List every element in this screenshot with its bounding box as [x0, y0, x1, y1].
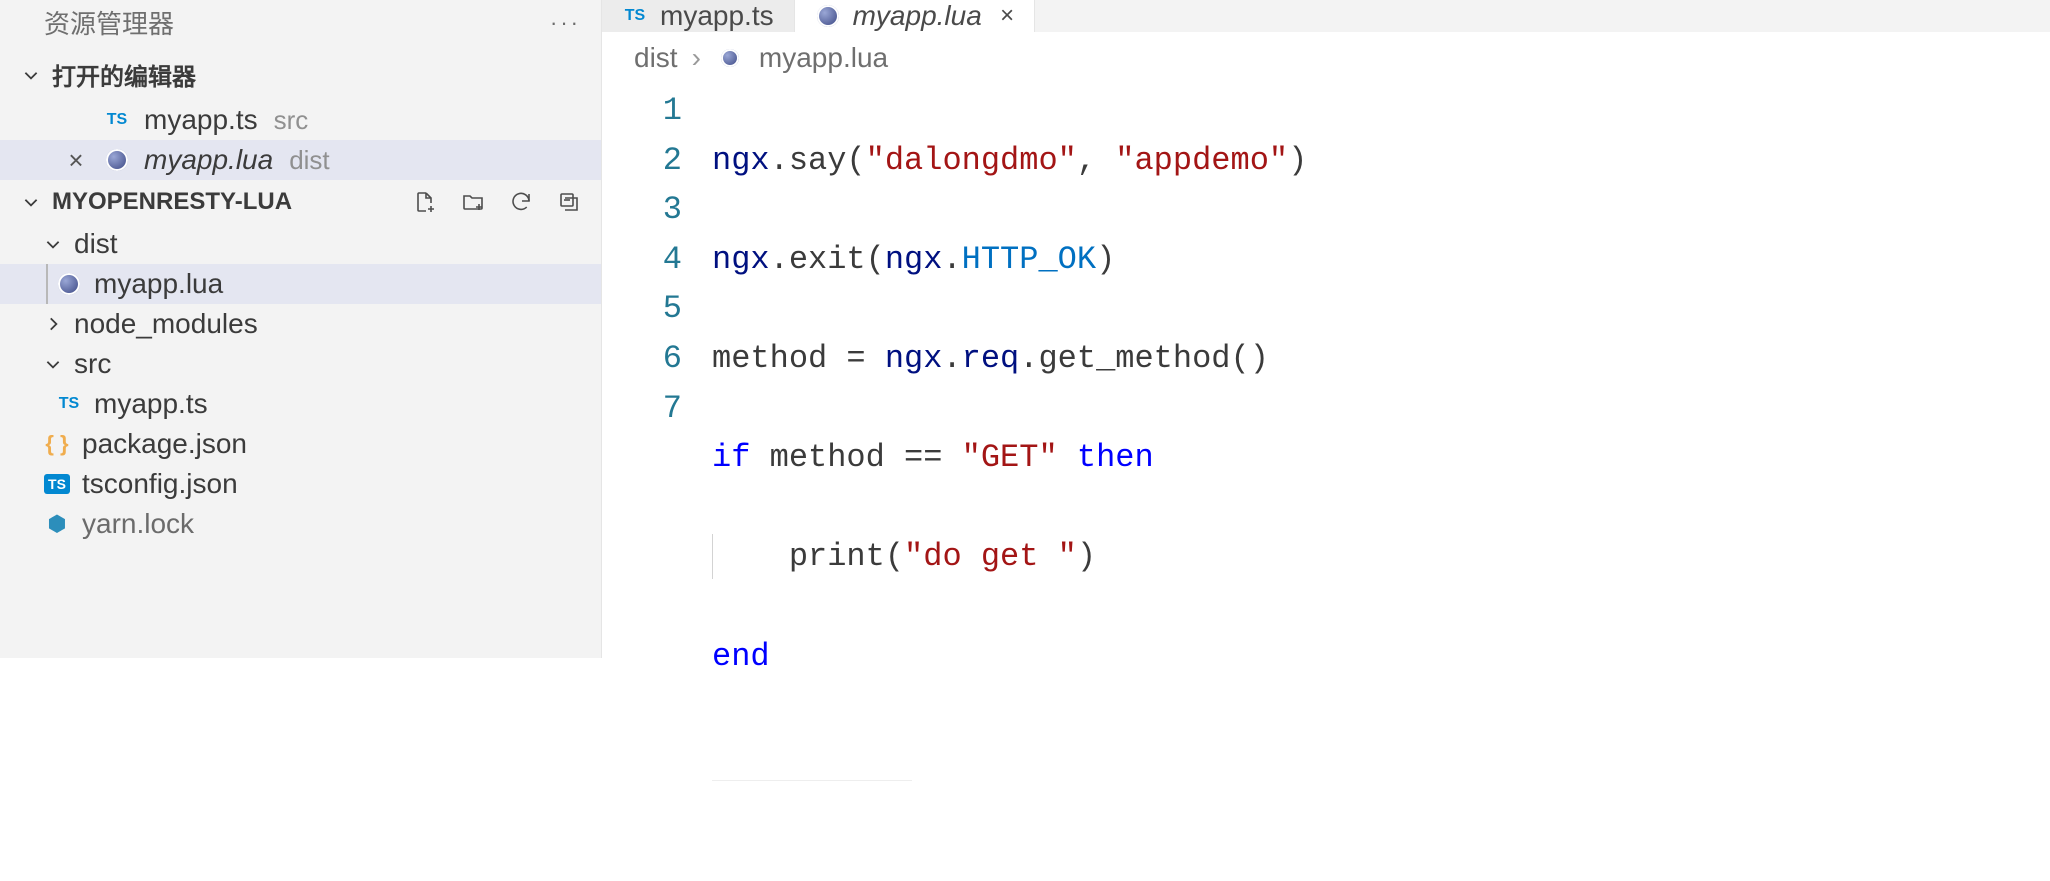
chevron-right-icon: [42, 313, 64, 335]
ts-file-icon: TS: [102, 105, 132, 135]
close-icon[interactable]: ×: [62, 145, 90, 176]
open-editor-path: dist: [289, 145, 329, 176]
tab-label: myapp.lua: [853, 0, 982, 32]
line-number: 5: [602, 284, 682, 334]
editor-area: TS myapp.ts myapp.lua × dist › myapp.lua…: [602, 0, 2050, 658]
folder-label: src: [74, 348, 111, 380]
code-line[interactable]: [712, 731, 2050, 782]
tsconfig-file-icon: TS: [42, 469, 72, 499]
editor-tabs: TS myapp.ts myapp.lua ×: [602, 0, 2050, 32]
folder-label: node_modules: [74, 308, 258, 340]
lua-file-icon: [54, 269, 84, 299]
code-line[interactable]: ngx.exit(ngx.HTTP_OK): [712, 235, 2050, 285]
open-editor-filename: myapp.lua: [144, 144, 273, 176]
explorer-header: 资源管理器 ···: [0, 0, 601, 51]
json-file-icon: { }: [42, 429, 72, 459]
new-file-icon[interactable]: [411, 188, 439, 216]
close-icon[interactable]: ×: [1000, 2, 1014, 30]
open-editor-item[interactable]: × myapp.lua dist: [0, 140, 601, 180]
folder-label: dist: [74, 228, 118, 260]
lua-file-icon: [813, 1, 843, 31]
file-label: yarn.lock: [82, 508, 194, 540]
breadcrumb-segment[interactable]: myapp.lua: [759, 42, 888, 74]
lua-file-icon: [715, 43, 745, 73]
tab-myapp-ts[interactable]: TS myapp.ts: [602, 0, 795, 32]
yarn-file-icon: ⬢: [42, 509, 72, 539]
file-row-tsconfig-json[interactable]: TS tsconfig.json: [0, 464, 601, 504]
file-label: myapp.lua: [94, 268, 223, 300]
open-editors-label: 打开的编辑器: [52, 57, 196, 92]
line-number: 4: [602, 235, 682, 285]
file-label: myapp.ts: [94, 388, 208, 420]
code-line[interactable]: method = ngx.req.get_method(): [712, 334, 2050, 384]
chevron-down-icon: [42, 233, 64, 255]
line-number: 1: [602, 86, 682, 136]
tab-myapp-lua[interactable]: myapp.lua ×: [795, 0, 1035, 32]
ts-file-icon: TS: [54, 389, 84, 419]
code-editor[interactable]: 1 2 3 4 5 6 7 ngx.say("dalongdmo", "appd…: [602, 86, 2050, 881]
file-label: tsconfig.json: [82, 468, 238, 500]
open-editor-item[interactable]: × TS myapp.ts src: [0, 100, 601, 140]
project-name: MYOPENRESTY-LUA: [52, 188, 292, 216]
line-number: 7: [602, 384, 682, 434]
ts-file-icon: TS: [620, 1, 650, 31]
file-row-yarn-lock[interactable]: ⬢ yarn.lock: [0, 504, 601, 544]
code-line[interactable]: ngx.say("dalongdmo", "appdemo"): [712, 136, 2050, 186]
line-number: 3: [602, 185, 682, 235]
folder-row-src[interactable]: src: [0, 344, 601, 384]
chevron-down-icon: [42, 353, 64, 375]
explorer-sidebar: 资源管理器 ··· 打开的编辑器 × TS myapp.ts src × mya…: [0, 0, 602, 658]
more-actions-icon[interactable]: ···: [550, 10, 581, 36]
explorer-title: 资源管理器: [44, 4, 174, 41]
breadcrumb[interactable]: dist › myapp.lua: [602, 32, 2050, 86]
breadcrumb-segment[interactable]: dist: [634, 42, 678, 74]
folder-row-node-modules[interactable]: node_modules: [0, 304, 601, 344]
code-content[interactable]: ngx.say("dalongdmo", "appdemo") ngx.exit…: [712, 86, 2050, 881]
file-row-package-json[interactable]: { } package.json: [0, 424, 601, 464]
code-line[interactable]: print("do get "): [712, 532, 2050, 582]
open-editor-path: src: [274, 105, 309, 136]
collapse-all-icon[interactable]: [555, 188, 583, 216]
new-folder-icon[interactable]: [459, 188, 487, 216]
open-editor-filename: myapp.ts: [144, 104, 258, 136]
folder-row-dist[interactable]: dist: [0, 224, 601, 264]
line-number: 6: [602, 334, 682, 384]
file-label: package.json: [82, 428, 247, 460]
line-number-gutter: 1 2 3 4 5 6 7: [602, 86, 712, 881]
project-header[interactable]: MYOPENRESTY-LUA: [0, 180, 601, 224]
chevron-down-icon: [20, 191, 42, 213]
tab-label: myapp.ts: [660, 0, 774, 32]
lua-file-icon: [102, 145, 132, 175]
file-row-myapp-ts[interactable]: TS myapp.ts: [0, 384, 601, 424]
line-number: 2: [602, 136, 682, 186]
code-line[interactable]: end: [712, 632, 2050, 682]
code-line[interactable]: if method == "GET" then: [712, 433, 2050, 483]
file-row-myapp-lua[interactable]: myapp.lua: [0, 264, 601, 304]
refresh-icon[interactable]: [507, 188, 535, 216]
chevron-down-icon: [20, 64, 42, 86]
open-editors-header[interactable]: 打开的编辑器: [0, 51, 601, 100]
chevron-right-icon: ›: [692, 42, 701, 74]
